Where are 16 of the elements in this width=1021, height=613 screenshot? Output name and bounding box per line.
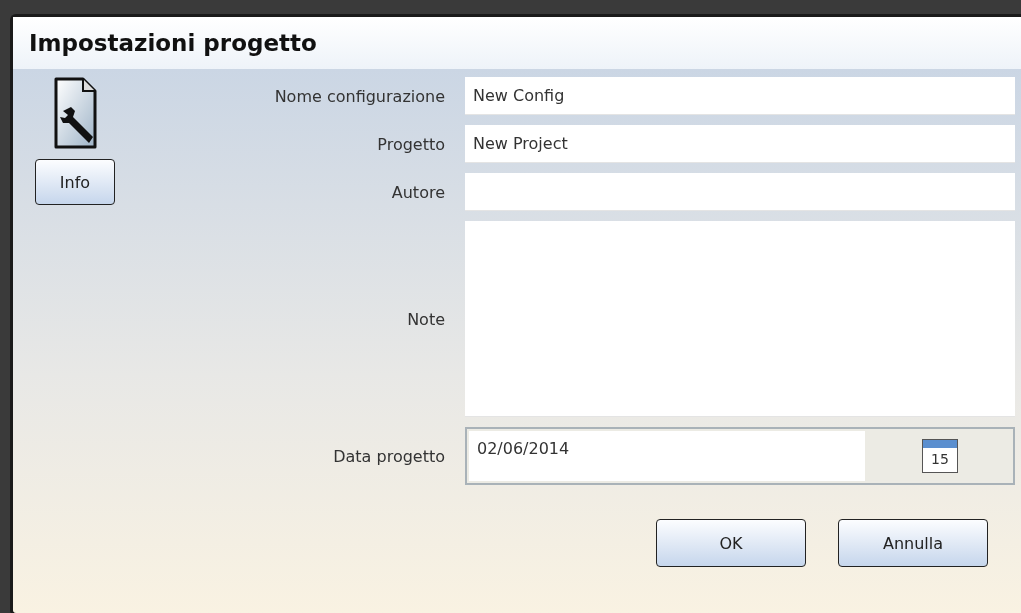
field-label: Progetto <box>376 134 445 154</box>
input-field[interactable]: New Project <box>465 125 1015 163</box>
document-wrench-icon <box>53 77 97 149</box>
field-label: Nome configurazione <box>273 86 445 106</box>
field-label: Data progetto <box>332 446 445 466</box>
notes-field[interactable] <box>465 221 1015 417</box>
input-field[interactable] <box>465 173 1015 211</box>
ok-button[interactable]: OK <box>656 519 806 567</box>
field-label: Note <box>406 309 445 329</box>
field-label: Autore <box>390 182 445 202</box>
input-field[interactable]: New Config <box>465 77 1015 115</box>
window-title: Impostazioni progetto <box>29 30 317 56</box>
date-field[interactable]: 02/06/2014 <box>469 431 865 481</box>
calendar-icon[interactable]: 15 <box>922 439 958 473</box>
cancel-button[interactable]: Annulla <box>838 519 988 567</box>
info-button[interactable]: Info <box>35 159 115 205</box>
